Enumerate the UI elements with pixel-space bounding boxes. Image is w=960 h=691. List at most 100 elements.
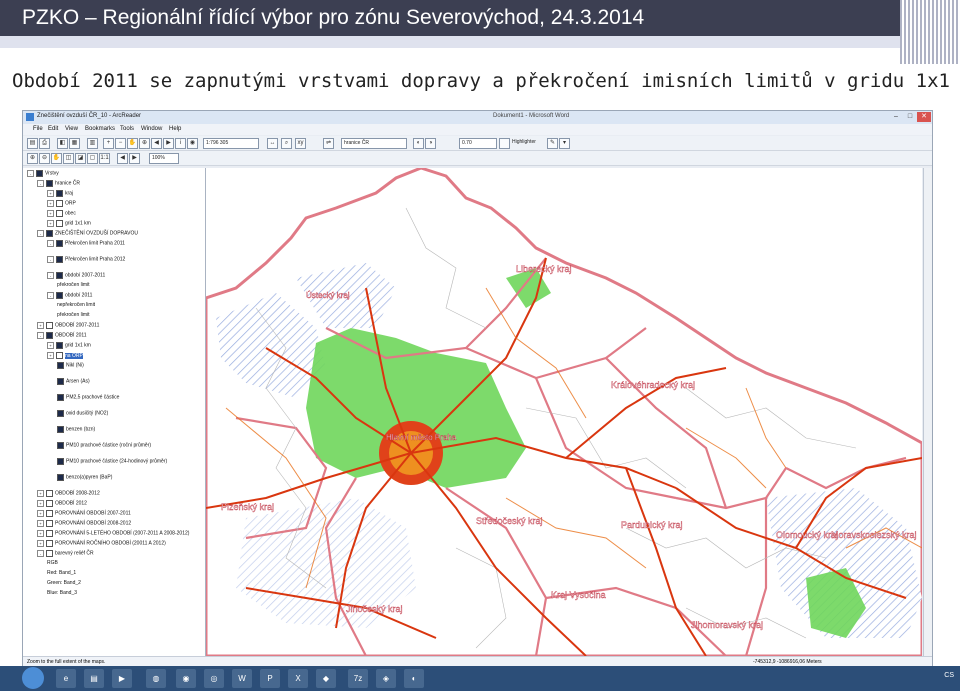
swipe-icon[interactable]: ⇌ bbox=[323, 138, 334, 149]
layer-checkbox[interactable] bbox=[57, 410, 64, 417]
forward-icon[interactable]: ▶ bbox=[163, 138, 174, 149]
toc-item[interactable]: + na ORP bbox=[47, 352, 83, 360]
toc-item[interactable]: Nikl (Ni) bbox=[57, 362, 84, 370]
toc-item[interactable]: - barevný reliéf ČR bbox=[37, 550, 94, 558]
zoom-out-icon[interactable]: − bbox=[115, 138, 126, 149]
expand-icon[interactable]: + bbox=[47, 210, 54, 217]
app-icon-3[interactable]: ◎ bbox=[204, 669, 224, 688]
layer-checkbox[interactable] bbox=[56, 210, 63, 217]
fixed-zoom-out-icon[interactable]: ◪ bbox=[75, 153, 86, 164]
expand-icon[interactable]: + bbox=[37, 530, 44, 537]
close-icon[interactable]: ✕ bbox=[917, 112, 931, 122]
expand-icon[interactable]: + bbox=[37, 520, 44, 527]
back-icon[interactable]: ◀ bbox=[151, 138, 162, 149]
toc-item[interactable]: - hranice ČR bbox=[37, 180, 80, 188]
toc-item[interactable]: Red: Band_1 bbox=[47, 570, 76, 578]
ie-icon[interactable]: e bbox=[56, 669, 76, 688]
next-extent-icon[interactable]: ▶ bbox=[129, 153, 140, 164]
toc-item[interactable]: + grid 1x1 km bbox=[47, 220, 91, 228]
toc-item[interactable]: Arsen (As) bbox=[57, 378, 90, 386]
effects-icon[interactable]: ◑ bbox=[425, 138, 436, 149]
toc-item[interactable]: + grid 1x1 km bbox=[47, 342, 91, 350]
menu-help[interactable]: Help bbox=[169, 126, 181, 132]
toc-item[interactable]: překročen limit bbox=[57, 282, 90, 290]
menu-window[interactable]: Window bbox=[141, 126, 162, 132]
layer-checkbox[interactable] bbox=[46, 550, 53, 557]
zoom-100-icon[interactable]: 1:1 bbox=[99, 153, 110, 164]
toc-item[interactable]: - Překročen limit Praha 2012 bbox=[47, 256, 125, 264]
menu-view[interactable]: View bbox=[65, 126, 78, 132]
expand-icon[interactable]: + bbox=[47, 220, 54, 227]
layout-view-icon[interactable]: ▦ bbox=[69, 138, 80, 149]
layer-checkbox[interactable] bbox=[56, 352, 63, 359]
app-icon-2[interactable]: ◉ bbox=[176, 669, 196, 688]
pan-page-icon[interactable]: ✋ bbox=[51, 153, 62, 164]
word-icon[interactable]: W bbox=[232, 669, 252, 688]
data-view-icon[interactable]: ◧ bbox=[57, 138, 68, 149]
expand-icon[interactable]: + bbox=[37, 322, 44, 329]
zoom-select[interactable]: 100% bbox=[149, 153, 179, 164]
layer-checkbox[interactable] bbox=[57, 474, 64, 481]
layer-checkbox[interactable] bbox=[57, 426, 64, 433]
layer-checkbox[interactable] bbox=[46, 322, 53, 329]
toc-item[interactable]: + POROVNÁNÍ 5-LETÉHO OBDOBÍ (2007-2011 A … bbox=[37, 530, 189, 538]
menu-file[interactable]: File bbox=[33, 126, 43, 132]
layer-checkbox[interactable] bbox=[56, 256, 63, 263]
open-icon[interactable]: ▤ bbox=[27, 138, 38, 149]
toc-item[interactable]: PM10 prachové částice (24-hodinový průmě… bbox=[57, 458, 167, 466]
toc-item[interactable]: RGB bbox=[47, 560, 58, 568]
toc-item[interactable]: - Vrstvy bbox=[27, 170, 59, 178]
toc-item[interactable]: nepřekročen limit bbox=[57, 302, 95, 310]
layer-checkbox[interactable] bbox=[56, 240, 63, 247]
menu-tools[interactable]: Tools bbox=[120, 126, 134, 132]
toc-item[interactable]: překročen limit bbox=[57, 312, 90, 320]
menu-bookmarks[interactable]: Bookmarks bbox=[85, 126, 115, 132]
maximize-icon[interactable]: □ bbox=[903, 112, 917, 122]
whole-page-icon[interactable]: ▢ bbox=[87, 153, 98, 164]
expand-icon[interactable]: + bbox=[37, 490, 44, 497]
toc-item[interactable]: + OBDOBÍ 2007-2011 bbox=[37, 322, 99, 330]
layer-checkbox[interactable] bbox=[46, 332, 53, 339]
globe-icon[interactable]: ◉ bbox=[187, 138, 198, 149]
pan-icon[interactable]: ✋ bbox=[127, 138, 138, 149]
tray-language[interactable]: CS bbox=[944, 672, 954, 679]
map-view[interactable]: Liberecký kraj Ústecký kraj Královéhrade… bbox=[204, 166, 924, 658]
expand-icon[interactable]: + bbox=[37, 510, 44, 517]
scale-select[interactable]: 1:796 305 bbox=[203, 138, 259, 149]
layer-checkbox[interactable] bbox=[46, 530, 53, 537]
collapse-icon[interactable]: - bbox=[37, 230, 44, 237]
flicker-icon[interactable]: ◐ bbox=[413, 138, 424, 149]
app-icon-5[interactable]: ◈ bbox=[376, 669, 396, 688]
explorer-icon[interactable]: ▤ bbox=[84, 669, 104, 688]
toc-item[interactable]: - období 2011 bbox=[47, 292, 92, 300]
find-icon[interactable]: ⌕ bbox=[281, 138, 292, 149]
print-icon[interactable]: ⎙ bbox=[39, 138, 50, 149]
media-icon[interactable]: ▶ bbox=[112, 669, 132, 688]
fixed-zoom-in-icon[interactable]: ◫ bbox=[63, 153, 74, 164]
expand-icon[interactable]: + bbox=[47, 190, 54, 197]
layer-checkbox[interactable] bbox=[46, 180, 53, 187]
layer-checkbox[interactable] bbox=[56, 292, 63, 299]
toc-item[interactable]: - Překročen limit Praha 2011 bbox=[47, 240, 125, 248]
collapse-icon[interactable]: - bbox=[37, 550, 44, 557]
collapse-icon[interactable]: - bbox=[47, 256, 54, 263]
map-scrollbar[interactable] bbox=[923, 168, 932, 656]
toc-item[interactable]: + OBDOBÍ 2008-2012 bbox=[37, 490, 100, 498]
collapse-icon[interactable]: - bbox=[37, 332, 44, 339]
expand-icon[interactable]: + bbox=[37, 540, 44, 547]
layer-checkbox[interactable] bbox=[46, 520, 53, 527]
start-button[interactable] bbox=[22, 667, 44, 689]
layer-checkbox[interactable] bbox=[46, 500, 53, 507]
zoom-page-in-icon[interactable]: ⊕ bbox=[27, 153, 38, 164]
highlighter-checkbox[interactable] bbox=[499, 138, 510, 149]
excel-icon[interactable]: X bbox=[288, 669, 308, 688]
app-icon-4[interactable]: ◆ bbox=[316, 669, 336, 688]
collapse-icon[interactable]: - bbox=[47, 292, 54, 299]
collapse-icon[interactable]: - bbox=[27, 170, 34, 177]
grid-icon[interactable]: ▥ bbox=[87, 138, 98, 149]
toc-item[interactable]: + OBDOBÍ 2012 bbox=[37, 500, 87, 508]
toc-item[interactable]: oxid dusičitý (NO2) bbox=[57, 410, 108, 418]
collapse-icon[interactable]: - bbox=[47, 240, 54, 247]
collapse-icon[interactable]: - bbox=[37, 180, 44, 187]
toc-item[interactable]: + obec bbox=[47, 210, 76, 218]
